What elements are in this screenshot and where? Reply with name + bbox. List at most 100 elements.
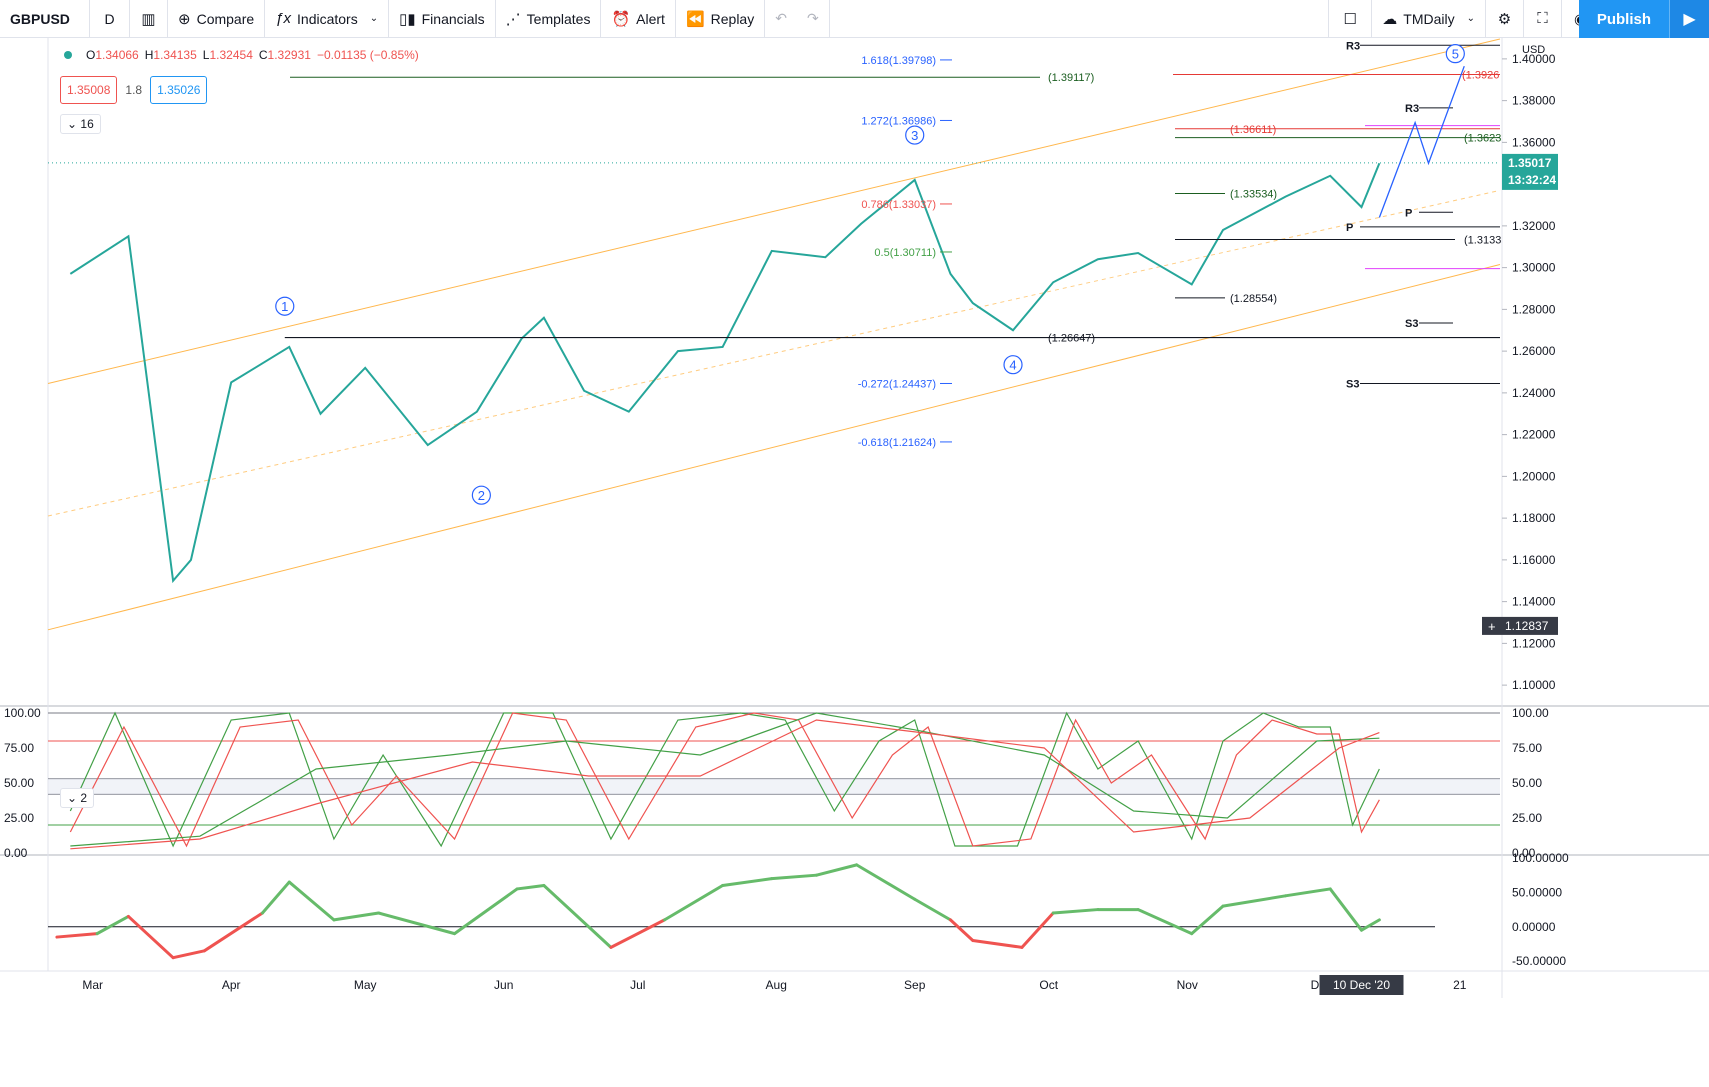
interval-button[interactable]: D	[90, 0, 130, 38]
momentum-tick-label: 0.00000	[1512, 920, 1556, 934]
undo-button[interactable]: ↶	[765, 0, 797, 38]
price-tick-label: 1.14000	[1512, 595, 1556, 609]
bar-chart-icon: ▯▮	[399, 10, 416, 28]
chevron-down-icon: ⌄	[67, 117, 81, 131]
alert-button[interactable]: ⏰ Alert	[601, 0, 676, 38]
interval-label: D	[104, 10, 115, 27]
oscillator-tick-label: 25.00	[1512, 811, 1542, 825]
top-toolbar: GBPUSD D ▥ ⊕ Compare ƒx Indicators ⌄ ▯▮ Fina…	[0, 0, 1709, 38]
publish-video-button[interactable]: ▶	[1669, 0, 1709, 38]
momentum-segment	[1284, 887, 1332, 898]
symbol-search[interactable]: GBPUSD	[0, 0, 90, 38]
chevron-down-icon: ⌄	[369, 13, 379, 24]
chevron-down-icon: ⌄	[67, 791, 81, 805]
oscillator-left-tick-label: 0.00	[4, 846, 28, 860]
oscillator-left-tick-label: 25.00	[4, 811, 34, 825]
redo-button[interactable]: ↷	[797, 0, 830, 38]
play-icon: ▶	[1683, 11, 1696, 28]
pivot-label: S3	[1346, 378, 1359, 390]
chart-area[interactable]: 1.618(1.39798) 1.272(1.36986) 0.786(1.3303…	[0, 38, 1709, 1087]
sell-button[interactable]: 1.35008	[60, 76, 118, 104]
redo-icon: ↷	[806, 10, 819, 26]
visibility-dot-icon[interactable]	[64, 51, 72, 59]
time-tick-label: 21	[1453, 978, 1467, 992]
buy-button[interactable]: 1.35026	[150, 76, 208, 104]
high-value: 1.34135	[153, 48, 197, 62]
open-value: 1.34066	[95, 48, 139, 62]
current-date-label: 10 Dec '20	[1333, 978, 1390, 992]
expand-icon: ⛶	[1537, 10, 1548, 27]
level-label: (1.3133	[1464, 234, 1501, 246]
momentum-tick-label: 50.00000	[1512, 885, 1562, 899]
financials-label: Financials	[421, 10, 485, 27]
price-tick-label: 1.38000	[1512, 94, 1556, 108]
price-tick-label: 1.36000	[1512, 135, 1556, 149]
oscillator-left-tick-label: 75.00	[4, 741, 34, 755]
publish-label: Publish	[1596, 10, 1651, 28]
chart-type-button[interactable]: ▥	[130, 0, 168, 38]
indicators-button[interactable]: ƒx Indicators ⌄	[265, 0, 390, 38]
time-tick-label: Jul	[630, 978, 645, 992]
oscillator-tick-label: 50.00	[1512, 776, 1542, 790]
momentum-tick-label: -50.00000	[1512, 954, 1566, 968]
fib-level-label: 0.786(1.33037)	[861, 199, 936, 211]
settings-button[interactable]: ⚙	[1486, 0, 1524, 38]
price-tick-label: 1.20000	[1512, 469, 1556, 483]
price-tick-label: 1.22000	[1512, 428, 1556, 442]
layout-label: TMDaily	[1403, 10, 1455, 27]
oscillator-left-tick-label: 50.00	[4, 776, 34, 790]
compare-button[interactable]: ⊕ Compare	[168, 0, 266, 38]
time-tick-label: Nov	[1177, 978, 1198, 992]
fullscreen-select-button[interactable]: ☐	[1328, 0, 1373, 38]
open-label: O	[86, 48, 96, 62]
compare-label: Compare	[196, 10, 255, 27]
pivot-label: P	[1346, 222, 1353, 234]
indicators-label: Indicators	[297, 10, 358, 27]
level-label: (1.3623	[1464, 133, 1501, 145]
level-label: (1.36611)	[1230, 124, 1276, 136]
wave-label: 4	[1009, 358, 1016, 373]
layout-button[interactable]: ☁ TMDaily ⌄	[1372, 0, 1486, 38]
momentum-segment	[855, 863, 917, 901]
momentum-tick-label: 100.00000	[1512, 851, 1569, 865]
oscillator-toggle[interactable]: ⌄ 2	[60, 788, 95, 808]
momentum-segment	[1051, 908, 1100, 915]
oscillator-tick-label: 100.00	[1512, 706, 1549, 720]
spread-value: 1.8	[125, 83, 143, 97]
momentum-segment	[202, 911, 264, 953]
indicators-toggle[interactable]: ⌄ 16	[60, 114, 101, 134]
level-label: (1.33534)	[1230, 189, 1277, 201]
countdown-label: 13:32:24	[1508, 173, 1556, 187]
oscillator-left-tick-label: 100.00	[4, 706, 41, 720]
plus-circle-icon: ⊕	[178, 10, 191, 28]
time-tick-label: Aug	[766, 978, 787, 992]
level-label: (1.39117)	[1048, 72, 1094, 84]
financials-button[interactable]: ▯▮ Financials	[389, 0, 496, 38]
alarm-clock-icon: ⏰	[611, 10, 631, 28]
price-tick-label: 1.26000	[1512, 344, 1556, 358]
momentum-segment	[1020, 911, 1055, 949]
price-tick-label: 1.32000	[1512, 219, 1556, 233]
templates-button[interactable]: ⋰ Templates	[496, 0, 602, 38]
fullscreen-button[interactable]: ⛶	[1524, 0, 1562, 38]
change-value: −0.01135 (−0.85%)	[316, 48, 419, 62]
wave-label: 3	[911, 128, 918, 143]
oscillator-count: 2	[80, 791, 88, 805]
wave-label: 2	[478, 488, 485, 503]
time-tick-label: Jun	[494, 978, 513, 992]
close-label: C	[258, 48, 268, 62]
momentum-segment	[770, 873, 818, 881]
pivot-label: P	[1405, 207, 1412, 219]
alert-label: Alert	[636, 10, 665, 27]
momentum-segment	[1190, 904, 1225, 936]
ohlc-legend: O 1.34066 H 1.34135 L 1.32454 C 1.32931 −0.0…	[64, 48, 419, 62]
fib-level-label: -0.618(1.21624)	[858, 437, 936, 449]
candles-icon: ▥	[141, 10, 156, 28]
price-tick-label: 1.18000	[1512, 511, 1556, 525]
publish-button[interactable]: Publish	[1578, 0, 1669, 38]
time-tick-label: Apr	[222, 978, 241, 992]
momentum-segment	[332, 911, 381, 922]
momentum-segment	[126, 914, 175, 960]
level-label: (1.26647)	[1048, 333, 1095, 345]
replay-button[interactable]: ⏪ Replay	[676, 0, 766, 38]
